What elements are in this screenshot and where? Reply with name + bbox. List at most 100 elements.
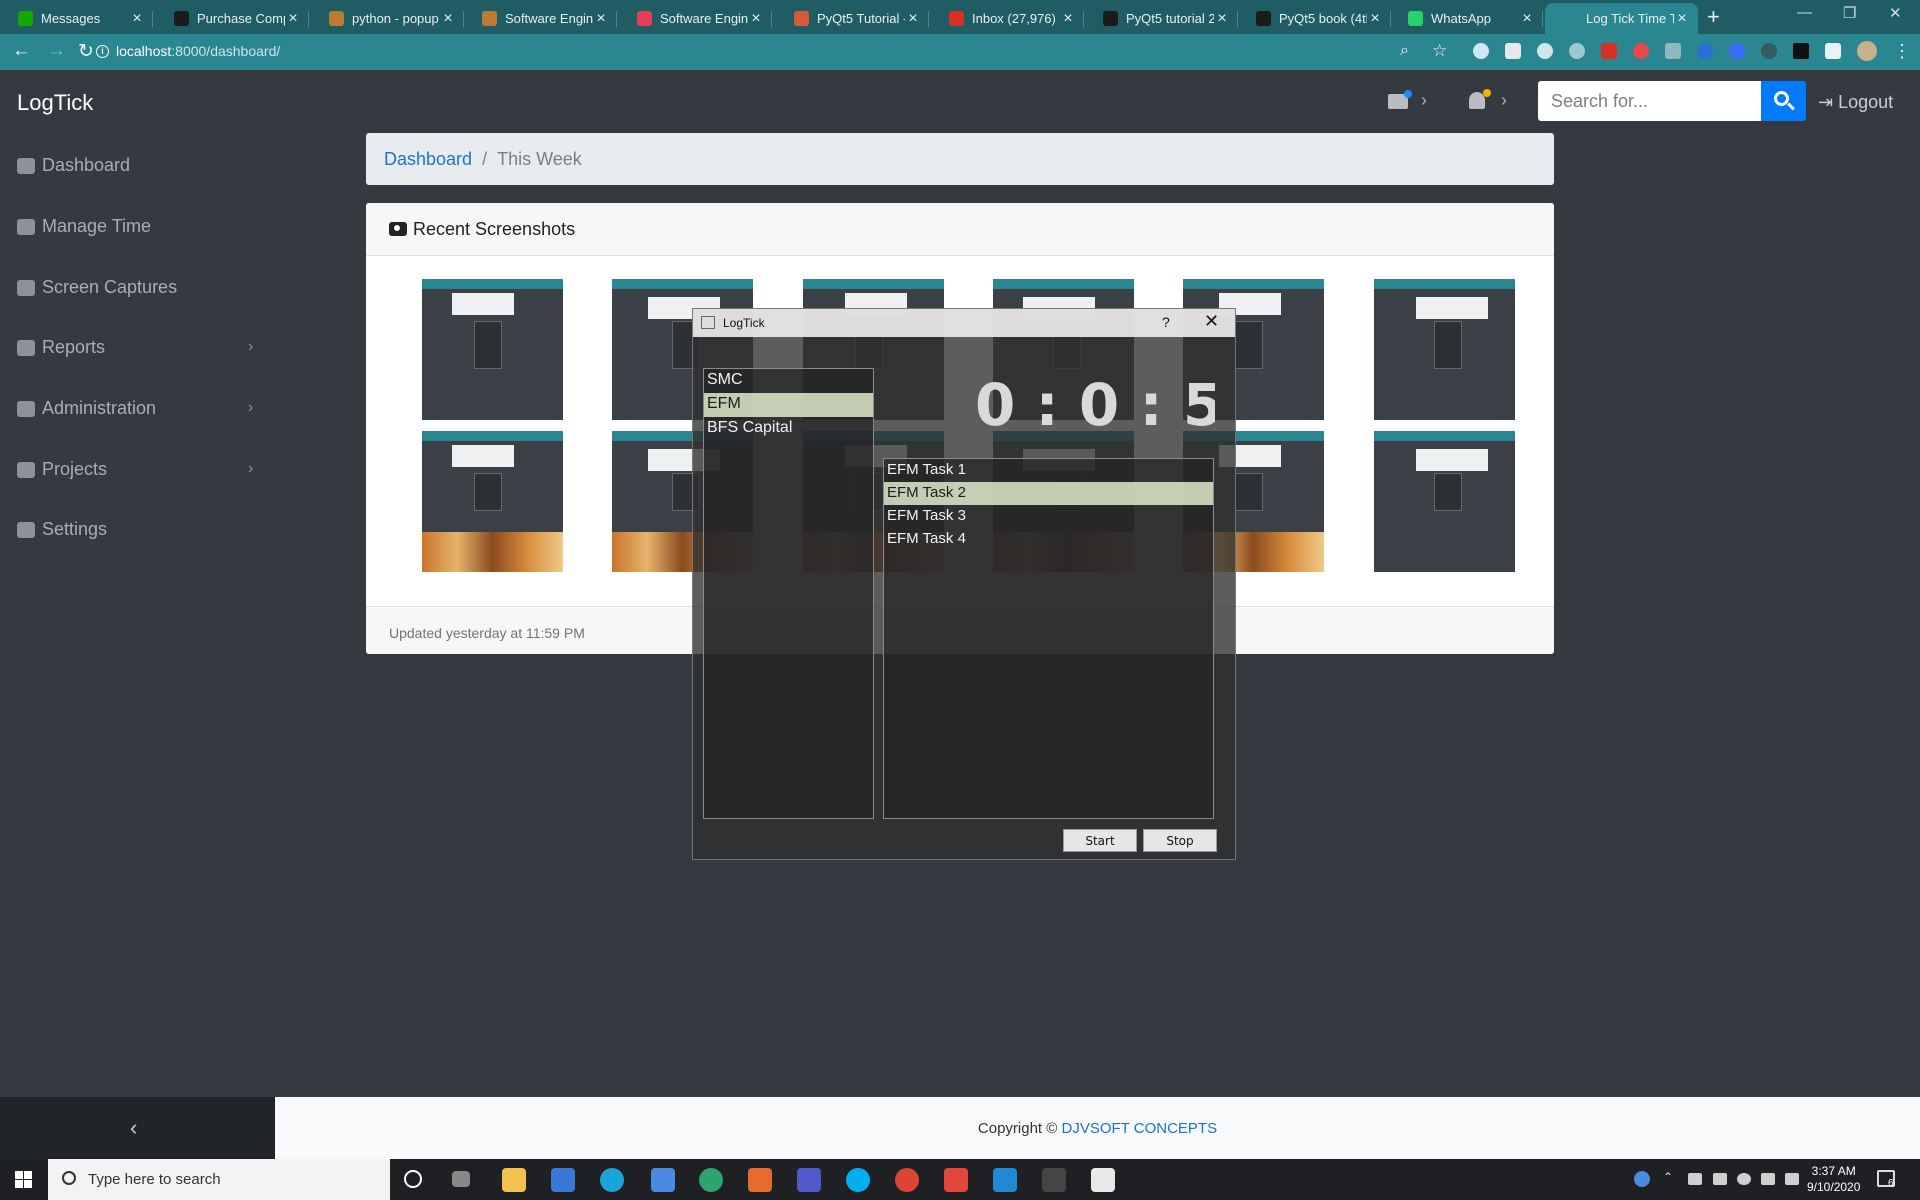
sublime-icon[interactable] xyxy=(944,1168,968,1192)
tab-close-icon[interactable]: × xyxy=(1674,10,1690,28)
extension-icon-11[interactable] xyxy=(1793,43,1809,59)
client-list-item[interactable]: EFM xyxy=(704,393,873,417)
terminal-icon[interactable] xyxy=(1042,1168,1066,1192)
tab-close-icon[interactable]: × xyxy=(1367,10,1383,28)
help-tray-icon[interactable] xyxy=(1634,1171,1650,1187)
tab-close-icon[interactable]: × xyxy=(1214,10,1230,28)
browser-tab[interactable]: Log Tick Time Tr × xyxy=(1545,3,1698,34)
minimize-icon[interactable]: — xyxy=(1797,4,1812,21)
volume-icon[interactable] xyxy=(1785,1173,1799,1185)
tab-close-icon[interactable]: × xyxy=(593,10,609,28)
task-list-item[interactable]: EFM Task 2 xyxy=(884,482,1213,505)
tab-close-icon[interactable]: × xyxy=(129,10,145,28)
windows-start-icon[interactable] xyxy=(15,1171,32,1188)
profile-avatar[interactable] xyxy=(1857,41,1877,61)
client-list-item[interactable]: BFS Capital xyxy=(704,417,873,441)
task-list-item[interactable]: EFM Task 1 xyxy=(884,459,1213,482)
screenshot-thumbnail[interactable] xyxy=(1374,431,1515,572)
tab-close-icon[interactable]: × xyxy=(285,10,301,28)
todo-icon[interactable] xyxy=(748,1168,772,1192)
screenshot-thumbnail[interactable] xyxy=(422,279,563,420)
chrome-icon[interactable] xyxy=(895,1168,919,1192)
task-view-icon[interactable] xyxy=(452,1171,470,1187)
site-info-icon[interactable]: i xyxy=(96,45,109,58)
sidebar-item-manage-time[interactable]: Manage Time xyxy=(17,216,151,237)
browser-tab[interactable]: WhatsApp × xyxy=(1390,3,1543,34)
forward-icon[interactable]: → xyxy=(47,40,66,62)
tab-close-icon[interactable]: × xyxy=(1060,10,1076,28)
app-brand[interactable]: LogTick xyxy=(17,90,93,116)
sidebar-item-reports[interactable]: Reports xyxy=(17,337,105,358)
extension-icon-4[interactable] xyxy=(1569,43,1585,59)
notepad-icon[interactable] xyxy=(1091,1168,1115,1192)
new-tab-button[interactable]: + xyxy=(1707,4,1720,30)
browser-tab[interactable]: PyQt5 book (4th × xyxy=(1238,3,1391,34)
browser-tab[interactable]: Software Engine × xyxy=(619,3,772,34)
browser-tab[interactable]: Messages × xyxy=(0,3,153,34)
logout-link[interactable]: ⇥ Logout xyxy=(1818,92,1893,113)
window-close-icon[interactable]: ✕ xyxy=(1889,4,1902,22)
extension-icon-6[interactable] xyxy=(1633,43,1649,59)
tab-close-icon[interactable]: × xyxy=(905,10,921,28)
taskbar-clock[interactable]: 3:37 AM 9/10/2020 xyxy=(1807,1163,1860,1195)
sidebar-item-administration[interactable]: Administration xyxy=(17,398,156,419)
store-icon[interactable] xyxy=(551,1168,575,1192)
browser-tab[interactable]: Purchase Comple × xyxy=(156,3,309,34)
sidebar-item-projects[interactable]: Projects xyxy=(17,459,107,480)
client-list[interactable]: SMC EFM BFS Capital xyxy=(703,368,874,819)
breadcrumb-home-link[interactable]: Dashboard xyxy=(384,149,472,170)
search-button[interactable] xyxy=(1761,81,1806,121)
browser-tab[interactable]: Inbox (27,976) - × xyxy=(931,3,1084,34)
dialog-close-button[interactable]: ✕ xyxy=(1204,311,1219,332)
tab-close-icon[interactable]: × xyxy=(1519,10,1535,28)
url-field[interactable]: localhost:8000/dashboard/ xyxy=(116,43,280,59)
onedrive-icon[interactable] xyxy=(1688,1173,1702,1185)
cortana-icon[interactable] xyxy=(404,1170,422,1188)
screenshot-thumbnail[interactable] xyxy=(1374,279,1515,420)
browser-menu-icon[interactable]: ⋮ xyxy=(1893,41,1911,62)
teams-icon[interactable] xyxy=(797,1168,821,1192)
chevron-right-icon[interactable]: › xyxy=(248,460,253,478)
browser-tab[interactable]: PyQt5 tutorial 20 × xyxy=(1085,3,1238,34)
help-button[interactable]: ? xyxy=(1162,314,1170,330)
edge-dev-icon[interactable] xyxy=(699,1168,723,1192)
adblock-icon[interactable] xyxy=(1601,43,1617,59)
file-explorer-icon[interactable] xyxy=(502,1168,526,1192)
browser-tab[interactable]: Software Engine × xyxy=(464,3,617,34)
restore-icon[interactable]: ❐ xyxy=(1843,4,1856,22)
sidebar-item-screen-captures[interactable]: Screen Captures xyxy=(17,277,177,298)
tab-close-icon[interactable]: × xyxy=(748,10,764,28)
taskbar-search-box[interactable]: Type here to search xyxy=(48,1159,390,1200)
extension-icon-9[interactable] xyxy=(1729,43,1745,59)
task-list[interactable]: EFM Task 1 EFM Task 2 EFM Task 3 EFM Task 4 xyxy=(883,458,1214,819)
dialog-title-bar[interactable]: LogTick ? ✕ xyxy=(693,309,1235,337)
zoom-icon[interactable]: ⌕ xyxy=(1400,42,1409,60)
battery-icon[interactable] xyxy=(1761,1173,1775,1185)
company-link[interactable]: DJVSOFT CONCEPTS xyxy=(1062,1120,1218,1137)
puzzle-icon[interactable] xyxy=(1825,43,1841,59)
chevron-right-icon[interactable]: › xyxy=(248,338,253,356)
search-input[interactable] xyxy=(1538,81,1761,121)
chevron-up-icon[interactable]: ⌃ xyxy=(1663,1170,1677,1184)
edge-icon[interactable] xyxy=(600,1168,624,1192)
sidebar-toggle-button[interactable]: ‹ xyxy=(0,1097,275,1159)
extension-icon-1[interactable] xyxy=(1473,43,1489,59)
extension-icon-10[interactable] xyxy=(1761,43,1777,59)
task-list-item[interactable]: EFM Task 4 xyxy=(884,528,1213,551)
browser-tab[interactable]: PyQt5 Tutorial - × xyxy=(776,3,929,34)
extension-icon-2[interactable] xyxy=(1505,43,1521,59)
reload-icon[interactable]: ↻ xyxy=(78,40,94,63)
bookmark-star-icon[interactable]: ☆ xyxy=(1432,41,1447,61)
client-list-item[interactable]: SMC xyxy=(704,369,873,393)
sidebar-item-settings[interactable]: Settings xyxy=(17,519,107,540)
wifi-icon[interactable] xyxy=(1713,1173,1727,1185)
stop-button[interactable]: Stop xyxy=(1143,829,1217,852)
back-icon[interactable]: ← xyxy=(12,40,31,62)
sidebar-item-dashboard[interactable]: Dashboard xyxy=(17,155,130,176)
clock-tray-icon[interactable] xyxy=(1737,1173,1751,1185)
screenshot-thumbnail[interactable] xyxy=(422,431,563,572)
skype-icon[interactable] xyxy=(846,1168,870,1192)
extension-icon-8[interactable] xyxy=(1697,43,1713,59)
browser-tab[interactable]: python - popup × xyxy=(311,3,464,34)
vscode-icon[interactable] xyxy=(993,1168,1017,1192)
